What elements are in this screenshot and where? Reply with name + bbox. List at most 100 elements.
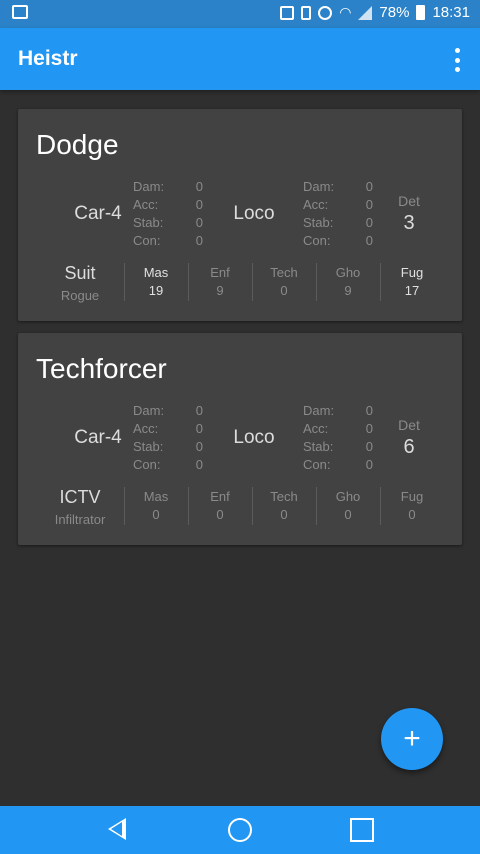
skill-value: 0 — [344, 507, 352, 522]
stat-value: 0 — [195, 421, 203, 436]
stat-label: Con: — [303, 233, 331, 248]
stat-value: 0 — [195, 439, 203, 454]
skill-label: Fug — [400, 265, 424, 280]
crew-card-techforcer[interactable]: Techforcer Car-4 Dam: 0 Acc: 0 Stab: 0 Con:… — [18, 333, 462, 545]
skill-value: 0 — [216, 507, 224, 522]
skill-label: Mas — [143, 265, 169, 280]
wifi-icon: ◠ — [339, 4, 352, 20]
skill-value: 0 — [280, 507, 288, 522]
recents-icon[interactable] — [350, 818, 374, 842]
skill-value: 9 — [344, 283, 352, 298]
stat-value: 0 — [365, 215, 373, 230]
stat-value: 0 — [365, 197, 373, 212]
skill-enf: Enf 9 — [188, 264, 252, 300]
alarm-icon — [318, 5, 333, 20]
stat-label: Con: — [133, 457, 161, 472]
skill-label: Gho — [335, 265, 361, 280]
app-title: Heistr — [18, 47, 78, 70]
stat-value: 0 — [365, 421, 373, 436]
skill-label: Gho — [335, 489, 361, 504]
primary-stats: Dam: 0 Acc: 0 Stab: 0 Con: 0 — [133, 178, 203, 250]
skill-value: 0 — [408, 507, 416, 522]
skill-value: 9 — [216, 283, 224, 298]
skill-label: Enf — [210, 265, 230, 280]
role-class: Infiltrator — [54, 512, 106, 527]
add-crew-button[interactable]: + — [381, 708, 443, 770]
skill-mas: Mas 19 — [124, 264, 188, 300]
signal-icon — [358, 5, 373, 20]
status-bar: ◠ 78% 18:31 — [0, 0, 480, 28]
crew-card-dodge[interactable]: Dodge Car-4 Dam: 0 Acc: 0 Stab: 0 Con: 0 Loc… — [18, 109, 462, 321]
more-vert-icon[interactable] — [454, 48, 460, 72]
crew-name: Techforcer — [36, 353, 167, 384]
skill-value: 17 — [404, 283, 420, 298]
stat-label: Dam: — [133, 179, 165, 194]
skill-value: 0 — [280, 283, 288, 298]
home-icon[interactable] — [228, 818, 252, 842]
skill-fug: Fug 17 — [380, 264, 444, 300]
stat-label: Stab: — [133, 439, 164, 454]
skill-label: Fug — [400, 489, 424, 504]
status-icons: ◠ 78% 18:31 — [280, 4, 470, 21]
crew-name: Dodge — [36, 129, 119, 160]
stat-label: Con: — [303, 457, 331, 472]
stat-value: 0 — [365, 179, 373, 194]
skill-mas: Mas 0 — [124, 488, 188, 524]
stat-label: Acc: — [303, 421, 329, 436]
stat-label: Stab: — [303, 439, 334, 454]
stat-label: Acc: — [303, 197, 329, 212]
stat-label: Stab: — [303, 215, 334, 230]
secondary-vehicle: Loco — [233, 203, 275, 224]
stat-label: Acc: — [133, 421, 159, 436]
role-class: Rogue — [60, 288, 100, 303]
skill-tech: Tech 0 — [252, 264, 316, 300]
stat-value: 0 — [195, 403, 203, 418]
stat-value: 0 — [365, 233, 373, 248]
primary-stats: Dam: 0 Acc: 0 Stab: 0 Con: 0 — [133, 402, 203, 474]
stat-value: 0 — [365, 439, 373, 454]
stat-label: Acc: — [133, 197, 159, 212]
skill-tech: Tech 0 — [252, 488, 316, 524]
stat-value: 0 — [195, 197, 203, 212]
skill-value: 19 — [148, 283, 164, 298]
role-name: Suit — [64, 263, 96, 283]
stat-value: 0 — [195, 457, 203, 472]
secondary-stats: Dam: 0 Acc: 0 Stab: 0 Con: 0 — [303, 178, 373, 250]
back-icon[interactable] — [108, 818, 126, 840]
stat-value: 0 — [365, 457, 373, 472]
det-label: Det — [398, 193, 420, 209]
vibrate-icon — [301, 5, 312, 20]
skill-label: Mas — [143, 489, 169, 504]
clock: 18:31 — [432, 4, 470, 21]
stat-label: Dam: — [303, 403, 335, 418]
role-name: ICTV — [59, 487, 101, 507]
nfc-icon — [280, 5, 295, 20]
battery-percent: 78% — [379, 4, 410, 21]
stat-value: 0 — [195, 179, 203, 194]
add-icon: + — [403, 722, 421, 755]
det-value: 3 — [403, 212, 415, 234]
secondary-stats: Dam: 0 Acc: 0 Stab: 0 Con: 0 — [303, 402, 373, 474]
stat-value: 0 — [195, 233, 203, 248]
skill-enf: Enf 0 — [188, 488, 252, 524]
skill-label: Tech — [270, 265, 298, 280]
stat-label: Dam: — [133, 403, 165, 418]
skill-label: Tech — [270, 489, 298, 504]
app-bar: Heistr — [0, 28, 480, 90]
stat-value: 0 — [365, 403, 373, 418]
stat-label: Con: — [133, 233, 161, 248]
stat-label: Stab: — [133, 215, 164, 230]
det-value: 6 — [403, 436, 415, 458]
skill-label: Enf — [210, 489, 230, 504]
skill-gho: Gho 9 — [316, 264, 380, 300]
det-label: Det — [398, 417, 420, 433]
battery-icon — [416, 5, 426, 20]
stat-value: 0 — [195, 215, 203, 230]
stat-label: Dam: — [303, 179, 335, 194]
secondary-vehicle: Loco — [233, 427, 275, 448]
image-icon — [12, 5, 28, 19]
navigation-bar — [0, 806, 480, 854]
skill-gho: Gho 0 — [316, 488, 380, 524]
skill-value: 0 — [152, 507, 160, 522]
skill-fug: Fug 0 — [380, 488, 444, 524]
